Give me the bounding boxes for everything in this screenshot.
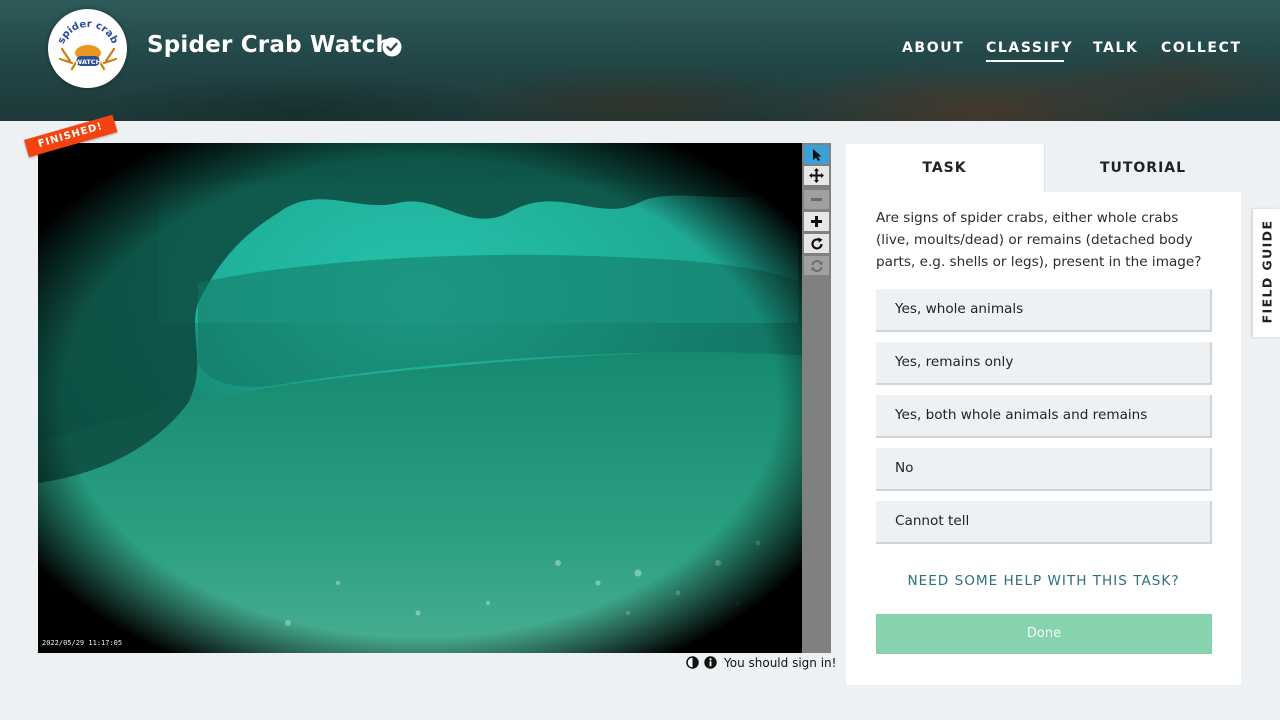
nav-collect[interactable]: COLLECT (1161, 40, 1242, 56)
zoom-out-button[interactable] (804, 190, 829, 209)
nav-active-indicator (986, 60, 1064, 62)
svg-text:WATCH: WATCH (75, 58, 101, 66)
image-timestamp: 2022/05/29 11:17:05 (42, 639, 123, 647)
tab-tutorial[interactable]: TUTORIAL (1044, 144, 1241, 192)
svg-text:spider crab: spider crab (56, 19, 120, 46)
task-question: Are signs of spider crabs, either whole … (876, 210, 1202, 270)
rotate-button[interactable] (804, 234, 829, 253)
zoom-in-button[interactable] (804, 212, 829, 231)
invert-colors-icon[interactable] (686, 656, 699, 669)
pointer-tool-button[interactable] (804, 145, 829, 164)
answer-option[interactable]: Cannot tell (876, 501, 1212, 544)
pointer-icon (812, 148, 821, 161)
info-icon[interactable] (704, 656, 717, 669)
reset-icon (811, 259, 822, 272)
reset-view-button[interactable] (804, 256, 829, 275)
task-help-link[interactable]: NEED SOME HELP WITH THIS TASK? (846, 573, 1241, 589)
field-guide-label: FIELD GUIDE (1259, 219, 1275, 324)
underwater-photo (38, 143, 802, 653)
crab-logo-icon: spider crab WATCH (56, 19, 120, 71)
task-panel: TASK TUTORIAL Are signs of spider crabs,… (846, 144, 1241, 685)
nav-classify[interactable]: CLASSIFY (986, 40, 1073, 56)
answer-option[interactable]: Yes, both whole animals and remains (876, 395, 1212, 438)
project-title[interactable]: Spider Crab Watch (147, 32, 392, 58)
rotate-icon (810, 237, 823, 250)
answer-option[interactable]: No (876, 448, 1212, 491)
pan-icon (809, 168, 824, 183)
nav-talk[interactable]: TALK (1093, 40, 1138, 56)
done-button[interactable]: Done (876, 614, 1212, 654)
image-meta-bar: You should sign in! (684, 655, 836, 671)
answer-option[interactable]: Yes, remains only (876, 342, 1212, 385)
zoom-in-icon (811, 216, 822, 227)
field-guide-tab[interactable]: FIELD GUIDE (1253, 209, 1280, 337)
zoom-out-icon (811, 198, 822, 201)
tab-task[interactable]: TASK (846, 144, 1043, 192)
nav-about[interactable]: ABOUT (902, 40, 964, 56)
image-toolbar (802, 143, 831, 653)
site-header: spider crab WATCH Spider Crab Watch ABOU… (0, 0, 1280, 121)
answer-option[interactable]: Yes, whole animals (876, 289, 1212, 332)
project-logo[interactable]: spider crab WATCH (48, 9, 127, 88)
verified-badge-icon (382, 37, 402, 57)
subject-image[interactable]: 2022/05/29 11:17:05 (38, 143, 802, 653)
sign-in-notice: You should sign in! (724, 656, 837, 670)
pan-tool-button[interactable] (804, 166, 829, 185)
